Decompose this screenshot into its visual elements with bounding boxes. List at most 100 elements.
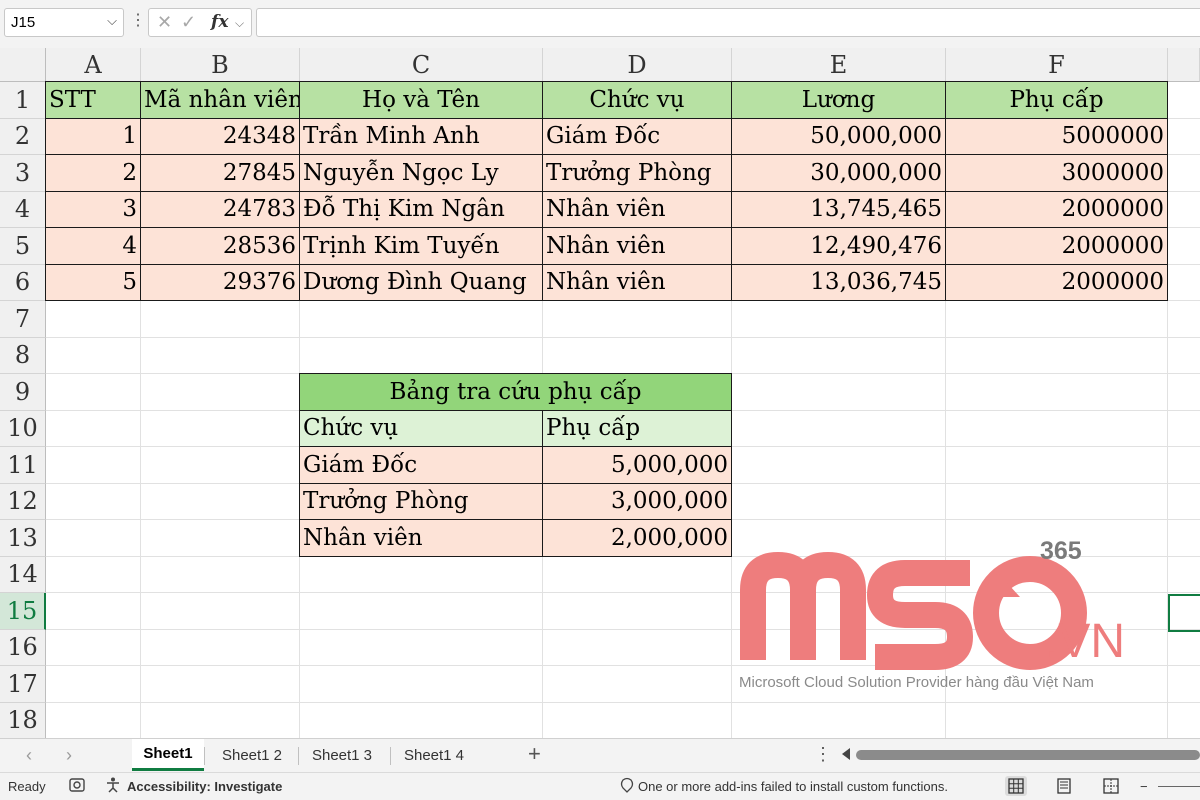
table-cell[interactable]: 27845: [141, 155, 300, 192]
row-header-13[interactable]: 13: [0, 520, 46, 557]
table-cell[interactable]: 29376: [141, 264, 300, 301]
accessibility-icon[interactable]: [104, 776, 122, 797]
table-cell[interactable]: 2000000: [946, 191, 1168, 228]
formula-input[interactable]: [256, 8, 1200, 37]
lookup-header-cell[interactable]: Chức vụ: [300, 410, 543, 447]
column-header-c[interactable]: C: [300, 48, 543, 82]
row-header-7[interactable]: 7: [0, 301, 46, 338]
column-header-b[interactable]: B: [141, 48, 300, 82]
row-header-9[interactable]: 9: [0, 374, 46, 411]
scroll-left-icon[interactable]: [842, 748, 850, 760]
row-header-10[interactable]: 10: [0, 410, 46, 447]
lookup-cell[interactable]: 2,000,000: [543, 520, 732, 557]
tab-sheet-1[interactable]: Sheet1: [132, 739, 204, 771]
table-cell[interactable]: 24783: [141, 191, 300, 228]
table-header-cell[interactable]: Lương: [732, 82, 946, 119]
mso-365-badge: 365: [1040, 537, 1082, 565]
table-cell[interactable]: 13,745,465: [732, 191, 946, 228]
select-all-corner[interactable]: [0, 48, 46, 82]
chevron-down-icon[interactable]: ⌵: [235, 16, 244, 31]
column-header-e[interactable]: E: [732, 48, 946, 82]
row-header-11[interactable]: 11: [0, 447, 46, 484]
table-cell[interactable]: 24348: [141, 118, 300, 155]
row-header-1[interactable]: 1: [0, 82, 46, 119]
table-cell[interactable]: Giám Đốc: [543, 118, 732, 155]
table-cell[interactable]: 5: [46, 264, 141, 301]
lookup-header-cell[interactable]: Phụ cấp: [543, 410, 732, 447]
column-header-f[interactable]: F: [946, 48, 1168, 82]
row-header-3[interactable]: 3: [0, 155, 46, 192]
name-box[interactable]: J15 ⌵: [4, 8, 124, 37]
table-cell[interactable]: Đỗ Thị Kim Ngân: [300, 191, 543, 228]
more-options-icon[interactable]: ⋮: [814, 744, 832, 765]
table-cell[interactable]: 5000000: [946, 118, 1168, 155]
column-header-a[interactable]: A: [46, 48, 141, 82]
lookup-cell[interactable]: 5,000,000: [543, 447, 732, 484]
table-cell[interactable]: 3: [46, 191, 141, 228]
table-cell[interactable]: 1: [46, 118, 141, 155]
selected-cell[interactable]: [1168, 594, 1200, 632]
table-header-cell[interactable]: Họ và Tên: [300, 82, 543, 119]
page-layout-view-icon[interactable]: [1053, 776, 1075, 796]
table-cell[interactable]: Nhân viên: [543, 191, 732, 228]
row-header-18[interactable]: 18: [0, 702, 46, 738]
add-sheet-button[interactable]: +: [528, 741, 541, 767]
lookup-cell[interactable]: Nhân viên: [300, 520, 543, 557]
cancel-icon[interactable]: ✕: [157, 12, 172, 33]
row-header-15[interactable]: 15: [0, 593, 46, 630]
row-header-2[interactable]: 2: [0, 118, 46, 155]
row-header-8[interactable]: 8: [0, 337, 46, 374]
table-cell[interactable]: 12,490,476: [732, 228, 946, 265]
table-cell[interactable]: 13,036,745: [732, 264, 946, 301]
table-cell[interactable]: 28536: [141, 228, 300, 265]
table-cell[interactable]: 30,000,000: [732, 155, 946, 192]
horizontal-scrollbar[interactable]: [856, 750, 1200, 760]
lookup-title-cell[interactable]: Bảng tra cứu phụ cấp: [300, 374, 732, 411]
table-cell[interactable]: 2000000: [946, 228, 1168, 265]
tab-sheet-4[interactable]: Sheet1 4: [392, 739, 476, 771]
lookup-cell[interactable]: Giám Đốc: [300, 447, 543, 484]
table-cell[interactable]: Nhân viên: [543, 264, 732, 301]
table-header-cell[interactable]: Chức vụ: [543, 82, 732, 119]
tab-sheet-3[interactable]: Sheet1 3: [300, 739, 384, 771]
row-header-12[interactable]: 12: [0, 483, 46, 520]
row-header-16[interactable]: 16: [0, 629, 46, 666]
macro-record-icon[interactable]: [68, 776, 86, 797]
table-header-cell[interactable]: STT: [46, 82, 141, 119]
accessibility-status[interactable]: Accessibility: Investigate: [127, 779, 282, 794]
insert-function-icon[interactable]: fx: [211, 12, 228, 32]
page-break-view-icon[interactable]: [1100, 776, 1122, 796]
table-cell[interactable]: Nguyễn Ngọc Ly: [300, 155, 543, 192]
more-options-icon[interactable]: ⋮: [130, 10, 146, 30]
table-cell[interactable]: Dương Đình Quang: [300, 264, 543, 301]
row-header-14[interactable]: 14: [0, 556, 46, 593]
normal-view-icon[interactable]: [1005, 776, 1027, 796]
column-header-d[interactable]: D: [543, 48, 732, 82]
table-cell[interactable]: 2000000: [946, 264, 1168, 301]
table-cell[interactable]: Trần Minh Anh: [300, 118, 543, 155]
zoom-slider[interactable]: [1158, 786, 1200, 787]
table-cell[interactable]: Trưởng Phòng: [543, 155, 732, 192]
lookup-cell[interactable]: 3,000,000: [543, 483, 732, 520]
row-header-6[interactable]: 6: [0, 264, 46, 301]
table-cell[interactable]: Trịnh Kim Tuyến: [300, 228, 543, 265]
table-cell[interactable]: 50,000,000: [732, 118, 946, 155]
zoom-out-icon[interactable]: −: [1140, 779, 1148, 794]
table-header-cell[interactable]: Mã nhân viên: [141, 82, 300, 119]
table-cell[interactable]: 2: [46, 155, 141, 192]
row-header-5[interactable]: 5: [0, 228, 46, 265]
column-header-filler: [1168, 48, 1200, 82]
row-header-4[interactable]: 4: [0, 191, 46, 228]
table-header-cell[interactable]: Phụ cấp: [946, 82, 1168, 119]
table-cell[interactable]: 4: [46, 228, 141, 265]
row-header-17[interactable]: 17: [0, 666, 46, 703]
enter-icon[interactable]: ✓: [181, 12, 196, 33]
scroll-tabs-right-icon[interactable]: ›: [66, 745, 72, 766]
chevron-down-icon[interactable]: ⌵: [107, 13, 117, 29]
tab-sheet-2[interactable]: Sheet1 2: [206, 739, 298, 771]
lookup-cell[interactable]: Trưởng Phòng: [300, 483, 543, 520]
table-cell[interactable]: Nhân viên: [543, 228, 732, 265]
status-ready: Ready: [8, 779, 46, 794]
scroll-tabs-left-icon[interactable]: ‹: [26, 745, 32, 766]
table-cell[interactable]: 3000000: [946, 155, 1168, 192]
